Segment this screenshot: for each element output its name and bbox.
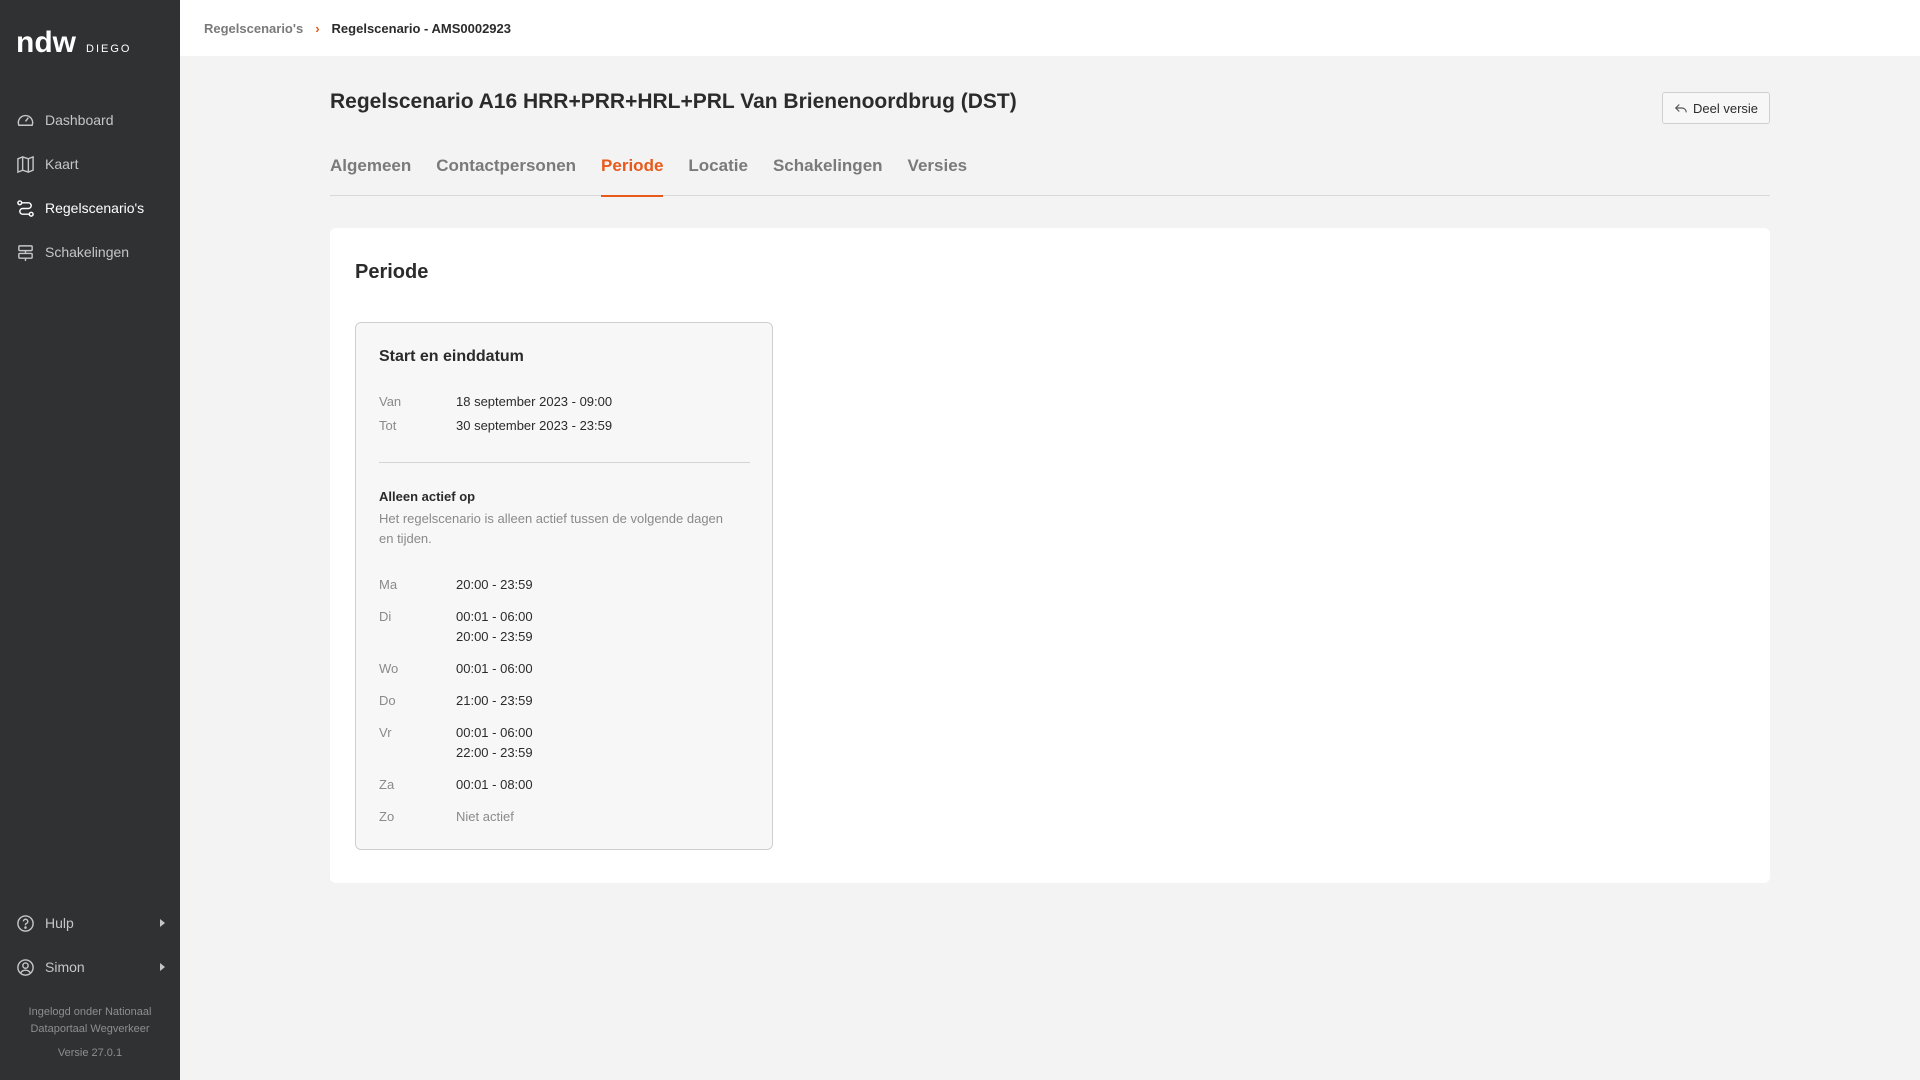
logo-product-name: DIEGO bbox=[86, 43, 132, 55]
panel-title: Periode bbox=[355, 261, 429, 283]
tab-bar: Algemeen Contactpersonen Periode Locatie… bbox=[330, 150, 1770, 197]
page-title: Regelscenario A16 HRR+PRR+HRL+PRL Van Br… bbox=[330, 90, 1017, 113]
sidebar-item-dashboard[interactable]: Dashboard bbox=[0, 98, 180, 142]
day-time: 00:01 - 06:00 bbox=[456, 609, 533, 624]
active-schedule-title: Alleen actief op bbox=[379, 489, 476, 504]
sidebar-item-label: Kaart bbox=[45, 156, 79, 172]
sidebar-item-regelscenarios[interactable]: Regelscenario's bbox=[0, 186, 180, 230]
card-title: Start en einddatum bbox=[379, 348, 524, 365]
sidebar-nav: Dashboard Kaart Regelscenario's Schakeli… bbox=[0, 98, 180, 274]
tab-schakelingen[interactable]: Schakelingen bbox=[773, 150, 883, 196]
tab-algemeen[interactable]: Algemeen bbox=[330, 150, 411, 196]
help-icon bbox=[17, 914, 34, 932]
day-label: Di bbox=[379, 609, 392, 624]
breadcrumb-current: Regelscenario - AMS0002923 bbox=[331, 20, 511, 36]
sidebar-item-label: Hulp bbox=[45, 915, 74, 931]
tab-contactpersonen[interactable]: Contactpersonen bbox=[436, 150, 576, 196]
sidebar-item-label: Regelscenario's bbox=[45, 200, 145, 216]
day-label: Ma bbox=[379, 577, 398, 592]
day-time: Niet actief bbox=[456, 809, 514, 824]
start-date-label: Van bbox=[379, 394, 402, 409]
share-version-button[interactable]: Deel versie bbox=[1662, 92, 1770, 124]
sidebar-item-schakelingen[interactable]: Schakelingen bbox=[0, 230, 180, 274]
login-info-line: Dataportaal Wegverkeer bbox=[30, 1023, 150, 1035]
breadcrumb: Regelscenario's › Regelscenario - AMS000… bbox=[180, 0, 1920, 56]
day-time: 20:00 - 23:59 bbox=[456, 577, 533, 592]
tab-versies[interactable]: Versies bbox=[908, 150, 968, 196]
sidebar-item-user[interactable]: Simon bbox=[0, 945, 180, 989]
day-label: Do bbox=[379, 693, 396, 708]
sidebar-item-label: Simon bbox=[45, 959, 85, 975]
day-time: 00:01 - 06:00 bbox=[456, 725, 533, 740]
map-icon bbox=[17, 155, 34, 173]
login-info-line: Ingelogd onder Nationaal bbox=[28, 1006, 152, 1018]
sidebar-item-hulp[interactable]: Hulp bbox=[0, 901, 180, 945]
sidebar-item-label: Schakelingen bbox=[45, 244, 130, 260]
day-label: Vr bbox=[379, 725, 392, 740]
divider bbox=[379, 462, 750, 463]
day-time: 21:00 - 23:59 bbox=[456, 693, 533, 708]
version-label: Versie 27.0.1 bbox=[57, 1047, 123, 1059]
sidebar-bottom-nav: Hulp Simon bbox=[0, 901, 180, 989]
day-label: Wo bbox=[379, 661, 399, 676]
chevron-right-icon bbox=[160, 919, 165, 927]
sidebar: ndw DIEGO Dashboard Kaart Regelscenario'… bbox=[0, 0, 180, 1080]
route-icon bbox=[17, 199, 34, 217]
day-time: 22:00 - 23:59 bbox=[456, 745, 533, 760]
share-version-label: Deel versie bbox=[1692, 100, 1759, 116]
start-date-value: 18 september 2023 - 09:00 bbox=[456, 394, 613, 409]
app-logo[interactable]: ndw DIEGO bbox=[16, 26, 132, 59]
breadcrumb-parent-link[interactable]: Regelscenario's bbox=[204, 21, 303, 36]
logo-wordmark: ndw bbox=[16, 26, 76, 59]
day-label: Za bbox=[379, 777, 395, 792]
period-card: Start en einddatum Van 18 september 2023… bbox=[355, 322, 773, 850]
periode-panel: Periode Start en einddatum Van 18 septem… bbox=[330, 228, 1770, 883]
end-date-value: 30 september 2023 - 23:59 bbox=[456, 418, 613, 433]
gauge-icon bbox=[17, 114, 34, 126]
signpost-icon bbox=[18, 244, 33, 261]
end-date-label: Tot bbox=[379, 418, 397, 433]
sidebar-item-label: Dashboard bbox=[45, 112, 114, 128]
active-schedule-description: Het regelscenario is alleen actief tusse… bbox=[379, 511, 724, 546]
user-icon bbox=[17, 958, 34, 976]
chevron-right-icon: › bbox=[315, 20, 320, 36]
tab-periode[interactable]: Periode bbox=[601, 150, 664, 197]
reply-icon bbox=[1674, 104, 1687, 113]
day-time: 20:00 - 23:59 bbox=[456, 629, 533, 644]
day-time: 00:01 - 06:00 bbox=[456, 661, 533, 676]
tab-locatie[interactable]: Locatie bbox=[688, 150, 748, 196]
login-info: Ingelogd onder Nationaal Dataportaal Weg… bbox=[0, 1004, 180, 1038]
day-label: Zo bbox=[379, 809, 395, 824]
day-time: 00:01 - 08:00 bbox=[456, 777, 533, 792]
chevron-right-icon bbox=[160, 963, 165, 971]
sidebar-item-kaart[interactable]: Kaart bbox=[0, 142, 180, 186]
